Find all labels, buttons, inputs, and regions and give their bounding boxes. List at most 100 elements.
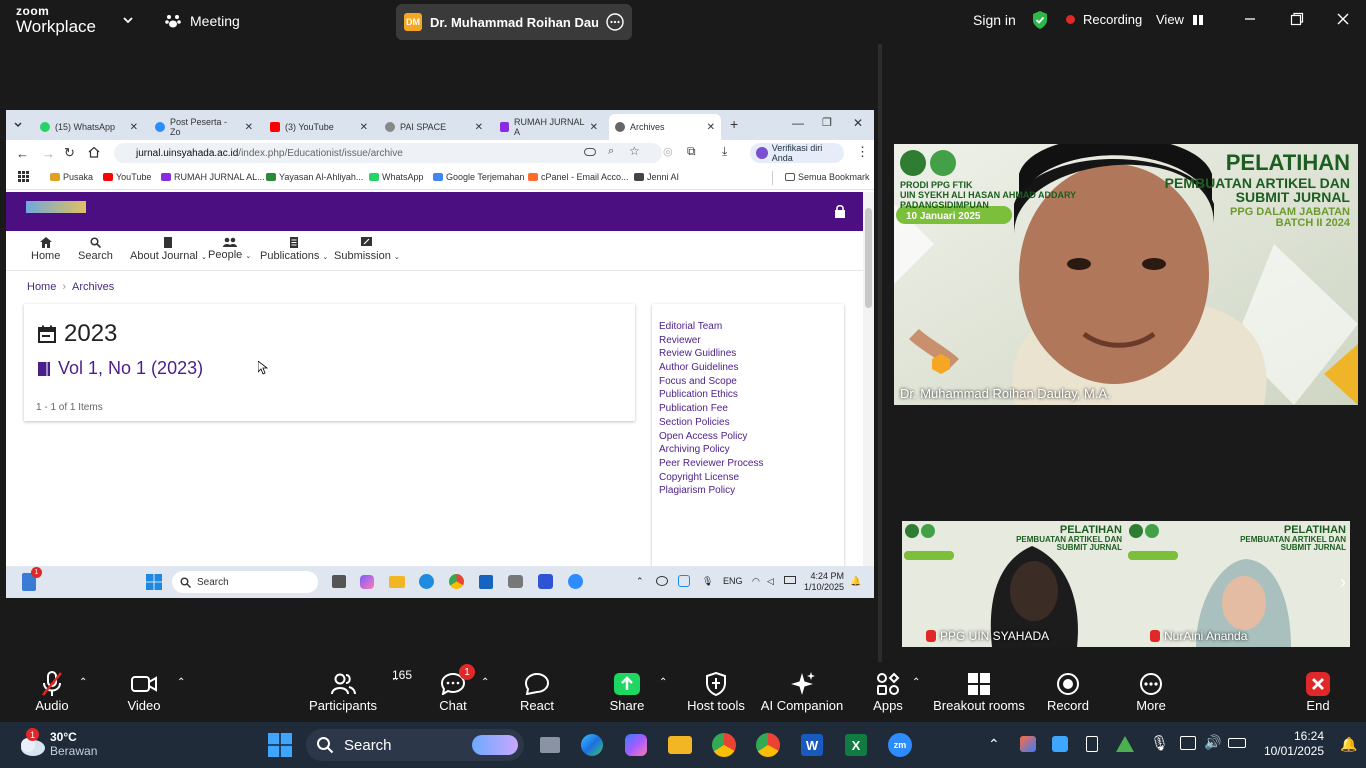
share-caret-icon[interactable]: ⌃ <box>659 677 667 688</box>
usb-icon[interactable] <box>1086 736 1098 752</box>
reload-icon[interactable]: ↻ <box>64 145 75 161</box>
edge-icon[interactable] <box>578 731 606 759</box>
sidebar-link[interactable]: Review Guidlines <box>659 347 763 361</box>
apps-caret-icon[interactable]: ⌃ <box>912 677 920 688</box>
network-icon[interactable] <box>1180 736 1196 750</box>
star-bookmark-icon[interactable]: ☆ <box>629 144 640 158</box>
sidebar-link[interactable]: Plagiarism Policy <box>659 484 763 498</box>
nav-submission[interactable]: Submission ⌄ <box>334 237 400 262</box>
chevron-down-icon[interactable] <box>122 14 134 26</box>
sidebar-link[interactable]: Open Access Policy <box>659 430 763 444</box>
participants-button[interactable]: 165 Participants <box>298 668 412 713</box>
file-explorer-icon[interactable] <box>666 731 694 759</box>
battery-icon[interactable] <box>1228 738 1246 748</box>
file-explorer-icon[interactable] <box>389 576 405 588</box>
tab-search-icon[interactable] <box>12 118 24 130</box>
next-page-icon[interactable]: › <box>1340 572 1346 593</box>
edge-icon[interactable] <box>419 574 434 589</box>
home-icon[interactable] <box>88 146 100 158</box>
taskbar-clock[interactable]: 16:24 10/01/2025 <box>1260 729 1324 759</box>
back-icon[interactable]: ← <box>16 146 29 161</box>
scrollbar-thumb[interactable] <box>865 208 872 308</box>
tab-close-icon[interactable]: ✕ <box>475 122 483 133</box>
nav-search[interactable]: Search <box>78 237 113 262</box>
view-button[interactable]: View <box>1156 12 1204 27</box>
zoom-taskbar-icon[interactable]: zm <box>886 731 914 759</box>
audio-options-caret-icon[interactable]: ⌃ <box>79 677 87 688</box>
wifi-icon[interactable]: ◠ <box>752 576 760 587</box>
record-button[interactable]: Record <box>1023 670 1113 713</box>
tab-post-peserta[interactable]: Post Peserta - Zo ✕ <box>149 114 259 140</box>
meeting-tab[interactable]: Meeting <box>164 12 240 30</box>
video-button[interactable]: Video <box>99 670 189 713</box>
copilot-icon[interactable] <box>360 575 374 589</box>
word-icon[interactable]: W <box>798 731 826 759</box>
zoom-magnifier-icon[interactable]: ⌕ <box>608 145 614 158</box>
editor-icon[interactable] <box>538 574 553 589</box>
ai-companion-button[interactable]: AI Companion <box>757 670 847 713</box>
sidebar-link[interactable]: Editorial Team <box>659 320 763 334</box>
camera-icon[interactable] <box>508 575 523 588</box>
start-icon[interactable] <box>266 731 294 759</box>
bookmark-youtube[interactable]: YouTube <box>103 172 151 182</box>
tab-close-icon[interactable]: ✕ <box>707 122 715 133</box>
tab-archives[interactable]: Archives ✕ <box>609 114 721 140</box>
more-icon[interactable] <box>606 13 624 31</box>
address-bar[interactable]: jurnal.uinsyahada.ac.id/index.php/Educat… <box>114 143 662 163</box>
volume-icon[interactable]: ◁ <box>767 576 774 587</box>
extensions-icon[interactable]: ⧉ <box>687 144 696 159</box>
download-icon[interactable]: ⤓ <box>722 144 727 159</box>
journal-logo[interactable] <box>26 201 86 213</box>
mic-icon[interactable]: 🎙 <box>1150 734 1169 752</box>
participant-video[interactable]: PELATIHAN PEMBUATAN ARTIKEL DAN SUBMIT J… <box>902 521 1126 647</box>
tab-rumah-jurnal[interactable]: RUMAH JURNAL A ✕ <box>494 114 604 140</box>
browser-restore-icon[interactable]: ❐ <box>822 116 832 129</box>
bookmark-whatsapp[interactable]: WhatsApp <box>369 172 424 182</box>
chrome-profile-icon[interactable] <box>754 731 782 759</box>
inner-search-box[interactable]: Search <box>172 571 318 593</box>
sidebar-link[interactable]: Author Guidelines <box>659 361 763 375</box>
copilot-icon[interactable] <box>622 731 650 759</box>
restore-icon[interactable] <box>1290 12 1304 26</box>
sync-icon[interactable] <box>678 575 690 587</box>
tray-chevron-icon[interactable]: ⌃ <box>988 736 1000 753</box>
host-tools-button[interactable]: Host tools <box>671 670 761 713</box>
language-indicator[interactable]: ENG <box>723 576 743 586</box>
nav-about-journal[interactable]: About Journal ⌄ <box>130 237 207 262</box>
tab-youtube[interactable]: (3) YouTube ✕ <box>264 114 374 140</box>
sidebar-link[interactable]: Reviewer <box>659 334 763 348</box>
tray-app-icon[interactable] <box>1020 736 1036 752</box>
react-button[interactable]: React <box>492 670 582 713</box>
bookmark-yayasan[interactable]: Yayasan Al-Ahliyah... <box>266 172 363 182</box>
minimize-icon[interactable] <box>1243 12 1257 26</box>
windows-start-icon[interactable] <box>146 574 162 590</box>
compass-icon[interactable]: ◎ <box>663 145 673 158</box>
sign-in-button[interactable]: Sign in <box>973 12 1016 28</box>
sidebar-link[interactable]: Focus and Scope <box>659 375 763 389</box>
bookmark-pusaka[interactable]: Pusaka <box>50 172 93 182</box>
chrome-icon[interactable] <box>449 574 464 589</box>
breakout-rooms-button[interactable]: Breakout rooms <box>933 670 1025 713</box>
active-speaker-pill[interactable]: DM Dr. Muhammad Roihan Daulay, I <box>396 4 632 40</box>
sidebar-link[interactable]: Section Policies <box>659 416 763 430</box>
speaker-video[interactable]: PRODI PPG FTIK UIN SYEKH ALI HASAN AHMAD… <box>894 144 1358 405</box>
chat-caret-icon[interactable]: ⌃ <box>481 677 489 688</box>
bookmark-google-translate[interactable]: Google Terjemahan <box>433 172 524 182</box>
weather-widget[interactable]: 30°C Berawan <box>50 730 97 758</box>
all-bookmarks[interactable]: Semua Bookmark <box>785 172 870 182</box>
tray-app-icon[interactable] <box>1052 736 1068 752</box>
bell-icon[interactable]: 🔔 <box>850 576 861 587</box>
page-scrollbar[interactable] <box>863 192 874 566</box>
volume-icon[interactable]: 🔊 <box>1204 734 1221 751</box>
bookmark-rumah-jurnal[interactable]: RUMAH JURNAL AL... <box>161 172 265 182</box>
browser-minimize-icon[interactable]: — <box>792 116 804 130</box>
weather-widget-icon[interactable]: 1 <box>18 728 46 758</box>
widgets-icon[interactable]: 1 <box>22 567 42 591</box>
new-tab-icon[interactable]: + <box>730 116 738 132</box>
sidebar-link[interactable]: Archiving Policy <box>659 443 763 457</box>
bookmark-jenni-ai[interactable]: Jenni AI <box>634 172 679 182</box>
excel-icon[interactable]: X <box>842 731 870 759</box>
end-meeting-button[interactable]: End <box>1273 670 1363 713</box>
battery-icon[interactable] <box>784 576 796 584</box>
tab-pai-space[interactable]: PAI SPACE ✕ <box>379 114 489 140</box>
